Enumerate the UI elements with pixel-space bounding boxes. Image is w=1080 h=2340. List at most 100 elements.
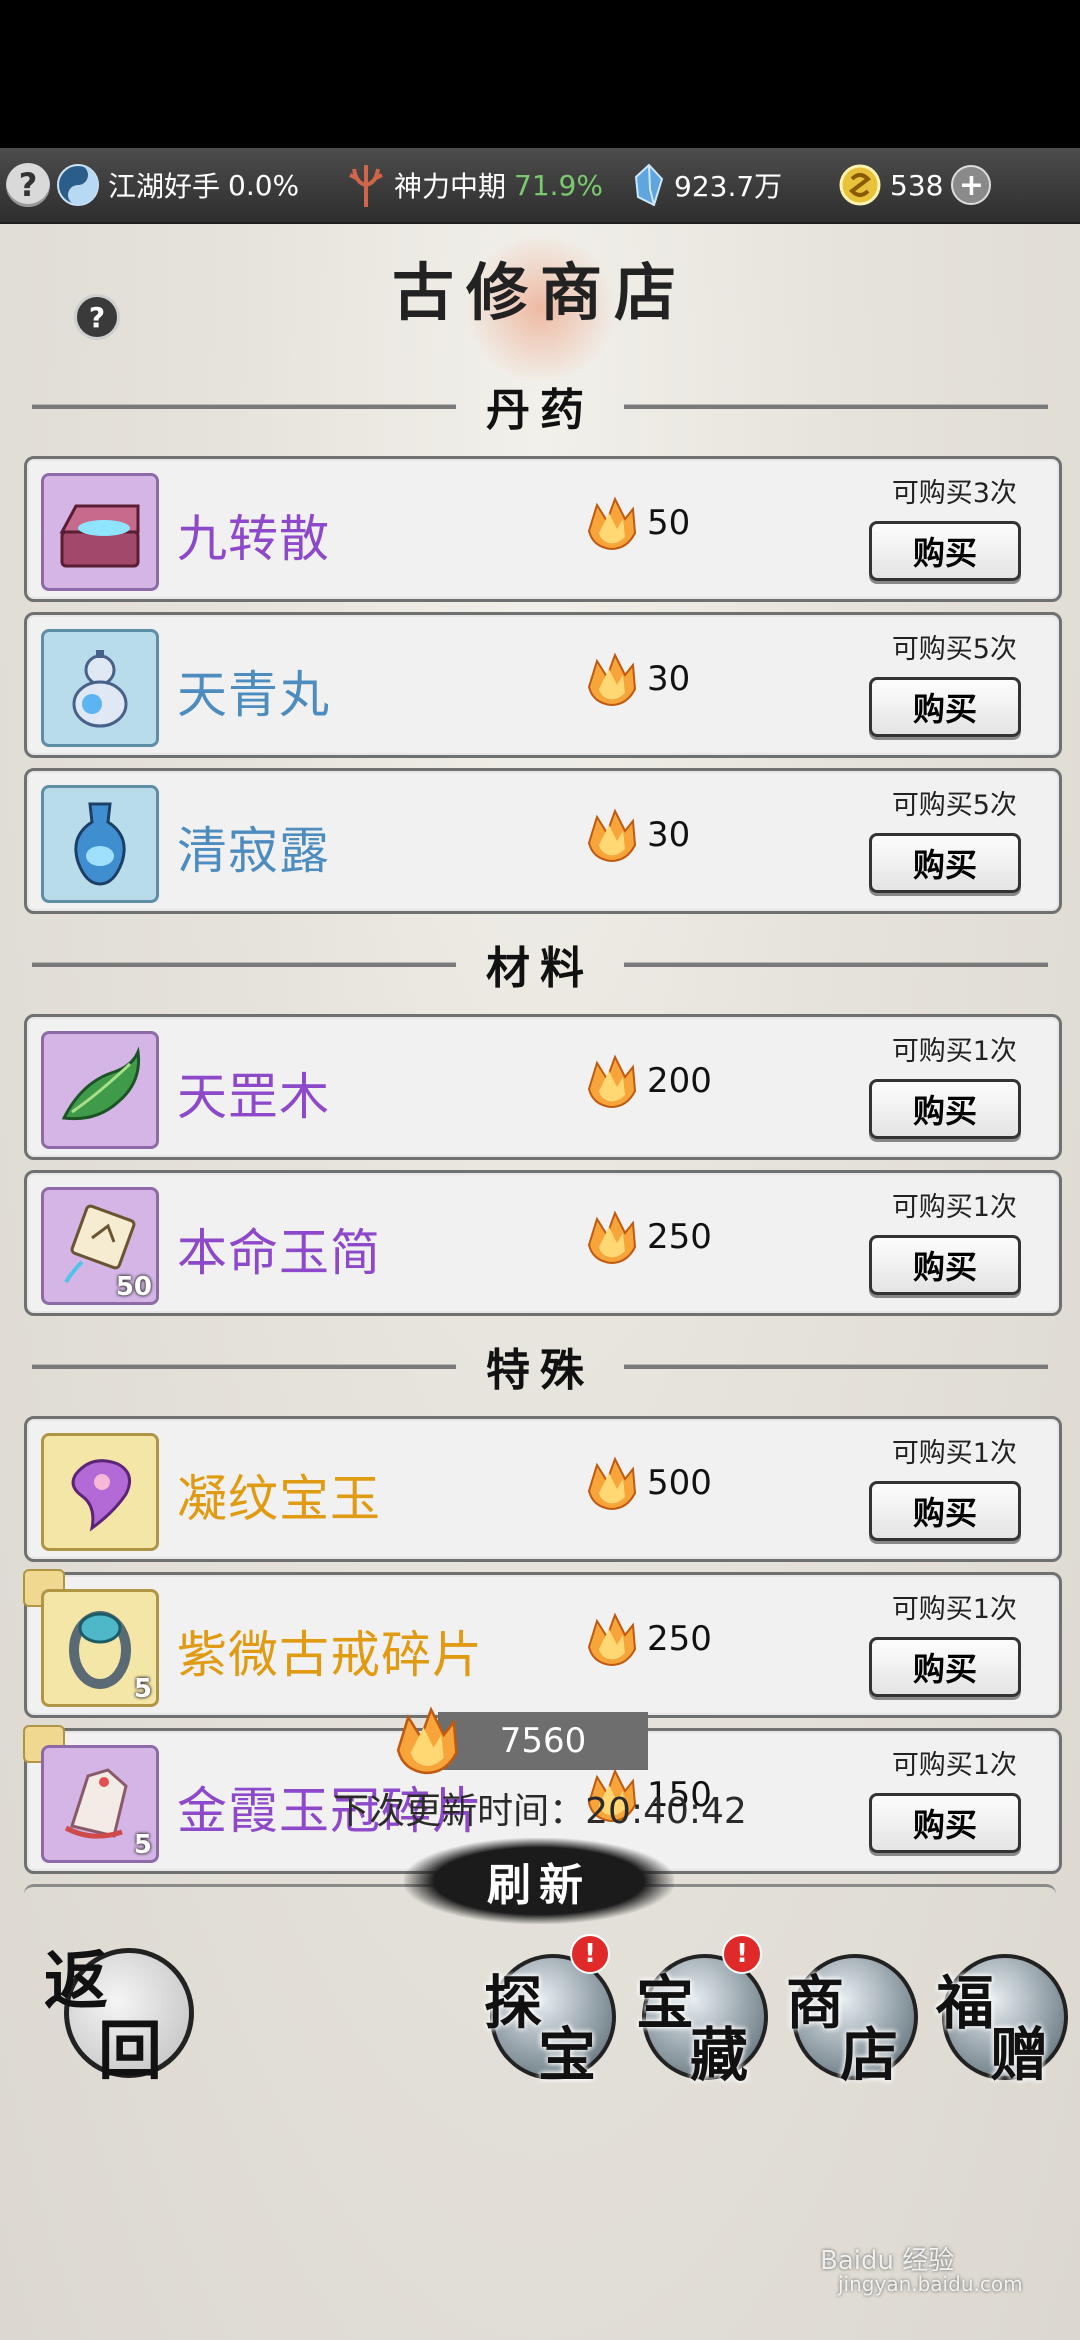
item-thumbnail[interactable] bbox=[41, 473, 159, 591]
shop-char-1: 商 bbox=[786, 1969, 845, 2037]
item-price: 30 bbox=[581, 649, 690, 709]
purchase-limit: 可购买1次 bbox=[891, 1438, 1017, 1469]
price-value: 30 bbox=[647, 815, 691, 855]
item-thumbnail[interactable]: 5 bbox=[41, 1589, 159, 1707]
item-name: 清寂露 bbox=[177, 822, 330, 880]
trident-icon bbox=[349, 165, 383, 207]
section-header-materials: 材料 bbox=[22, 934, 1058, 994]
item-name: 天罡木 bbox=[177, 1068, 330, 1126]
shop-item-row: 凝纹宝玉 500 可购买1次 购买 bbox=[24, 1416, 1062, 1562]
treasure-char-2: 藏 bbox=[690, 2021, 749, 2089]
flame-crystal-icon bbox=[587, 652, 637, 707]
buy-button[interactable]: 购买 bbox=[869, 833, 1021, 893]
item-quantity: 5 bbox=[133, 1830, 152, 1860]
power-value: 71.9% bbox=[514, 168, 603, 202]
item-quantity: 50 bbox=[115, 1272, 152, 1302]
spirit-value: 923.7万 bbox=[674, 170, 783, 203]
shop-item-row: 九转散 50 可购买3次 购买 bbox=[24, 456, 1062, 602]
add-coins-button[interactable]: + bbox=[951, 165, 992, 205]
item-thumbnail[interactable]: 50 bbox=[41, 1187, 159, 1305]
shop-panel: 古修商店 ? 丹药 九转散 50 可购买3次 购买 天青丸 30 可购买5次 购… bbox=[0, 224, 1080, 2340]
flame-crystal-icon bbox=[587, 1210, 637, 1265]
spirit-status[interactable]: 923.7万 bbox=[632, 148, 782, 222]
yin-yang-icon bbox=[57, 164, 99, 206]
alert-badge-icon: ! bbox=[722, 1934, 762, 1974]
flame-crystal-icon bbox=[396, 1706, 458, 1775]
item-price: 500 bbox=[581, 1453, 712, 1513]
shop-help-button[interactable]: ? bbox=[74, 294, 120, 340]
item-name: 本命玉简 bbox=[177, 1224, 381, 1282]
purchase-limit: 可购买5次 bbox=[891, 634, 1017, 665]
question-icon: ? bbox=[6, 163, 50, 207]
item-name: 天青丸 bbox=[177, 666, 330, 724]
balance-value: 7560 bbox=[438, 1712, 648, 1770]
price-value: 200 bbox=[647, 1061, 712, 1101]
screen: ? 江湖好手 0.0% 神力中期 71.9% 923.7万 538 + 古修商店… bbox=[0, 0, 1080, 2340]
flame-crystal-icon bbox=[587, 1456, 637, 1511]
rank-value: 0.0% bbox=[228, 168, 300, 202]
item-price: 200 bbox=[581, 1051, 712, 1111]
watermark-url: jingyan.baidu.com bbox=[838, 2272, 1023, 2296]
coins-status[interactable]: 538 + bbox=[838, 148, 992, 222]
flame-crystal-icon bbox=[587, 1612, 637, 1667]
price-value: 30 bbox=[647, 659, 691, 699]
shop-item-row: 5 紫微古戒碎片 250 可购买1次 购买 bbox=[23, 1569, 1062, 1718]
power-label: 神力中期 bbox=[394, 170, 507, 203]
item-thumbnail[interactable] bbox=[41, 1433, 159, 1551]
item-price: 30 bbox=[581, 805, 690, 865]
shop-item-row: 天罡木 200 可购买1次 购买 bbox=[24, 1014, 1062, 1160]
section-title: 材料 bbox=[486, 943, 594, 994]
gold-coin-icon bbox=[839, 164, 881, 206]
gift-char-2: 赠 bbox=[990, 2021, 1049, 2089]
section-title: 特殊 bbox=[486, 1345, 594, 1396]
section-title: 丹药 bbox=[486, 385, 594, 436]
purchase-limit: 可购买1次 bbox=[891, 1036, 1017, 1067]
gift-char-1: 福 bbox=[936, 1969, 995, 2037]
nav-treasure-button[interactable]: 宝 藏 ! bbox=[630, 1930, 770, 2089]
treasure-chest-icon bbox=[59, 504, 140, 568]
gourd-icon bbox=[72, 650, 128, 728]
explore-char-2: 宝 bbox=[538, 2021, 597, 2089]
nav-gift-button[interactable]: 福 赠 bbox=[930, 1930, 1070, 2089]
buy-button[interactable]: 购买 bbox=[869, 1481, 1021, 1541]
pink-jade-icon bbox=[71, 1459, 132, 1532]
shop-char-2: 店 bbox=[840, 2021, 899, 2089]
back-char-2: 回 bbox=[98, 2014, 162, 2089]
purchase-limit: 可购买5次 bbox=[891, 790, 1017, 821]
price-value: 250 bbox=[647, 1217, 712, 1257]
item-thumbnail[interactable] bbox=[41, 629, 159, 747]
purchase-limit: 可购买1次 bbox=[891, 1750, 1017, 1781]
item-thumbnail[interactable] bbox=[41, 1031, 159, 1149]
shop-item-row: 50 本命玉简 250 可购买1次 购买 bbox=[24, 1170, 1062, 1316]
buy-button[interactable]: 购买 bbox=[869, 1637, 1021, 1697]
page-title: 古修商店 bbox=[391, 256, 688, 329]
buy-button[interactable]: 购买 bbox=[869, 677, 1021, 737]
rank-status[interactable]: 江湖好手 0.0% bbox=[56, 148, 299, 222]
buy-button[interactable]: 购买 bbox=[869, 1079, 1021, 1139]
price-value: 250 bbox=[647, 1619, 712, 1659]
flame-crystal-icon bbox=[587, 1054, 637, 1109]
item-name: 紫微古戒碎片 bbox=[177, 1626, 483, 1684]
purchase-limit: 可购买3次 bbox=[891, 478, 1017, 509]
nav-explore-button[interactable]: 探 宝 ! bbox=[478, 1930, 618, 2089]
currency-balance: 7560 bbox=[388, 1706, 648, 1775]
power-status[interactable]: 神力中期 71.9% bbox=[346, 148, 603, 222]
coins-value: 538 bbox=[890, 168, 944, 202]
back-button[interactable]: 返 回 bbox=[44, 1930, 204, 2090]
refresh-button[interactable]: 刷新 bbox=[404, 1838, 674, 1924]
help-button[interactable]: ? bbox=[6, 148, 50, 222]
next-refresh-time: 下次更新时间：20:40:42 bbox=[333, 1791, 747, 1832]
nav-shop-button[interactable]: 商 店 bbox=[780, 1930, 920, 2089]
plus-icon: + bbox=[958, 167, 985, 203]
alert-badge-icon: ! bbox=[570, 1934, 610, 1974]
item-thumbnail[interactable] bbox=[41, 785, 159, 903]
item-price: 250 bbox=[581, 1207, 712, 1267]
buy-button[interactable]: 购买 bbox=[869, 521, 1021, 581]
section-header-pills: 丹药 bbox=[22, 376, 1058, 436]
flame-crystal-icon bbox=[587, 808, 637, 863]
rank-label: 江湖好手 bbox=[108, 170, 221, 203]
purchase-limit: 可购买1次 bbox=[891, 1192, 1017, 1223]
top-status-bar: ? 江湖好手 0.0% 神力中期 71.9% 923.7万 538 + bbox=[0, 148, 1080, 224]
item-price: 50 bbox=[581, 493, 690, 553]
buy-button[interactable]: 购买 bbox=[869, 1235, 1021, 1295]
